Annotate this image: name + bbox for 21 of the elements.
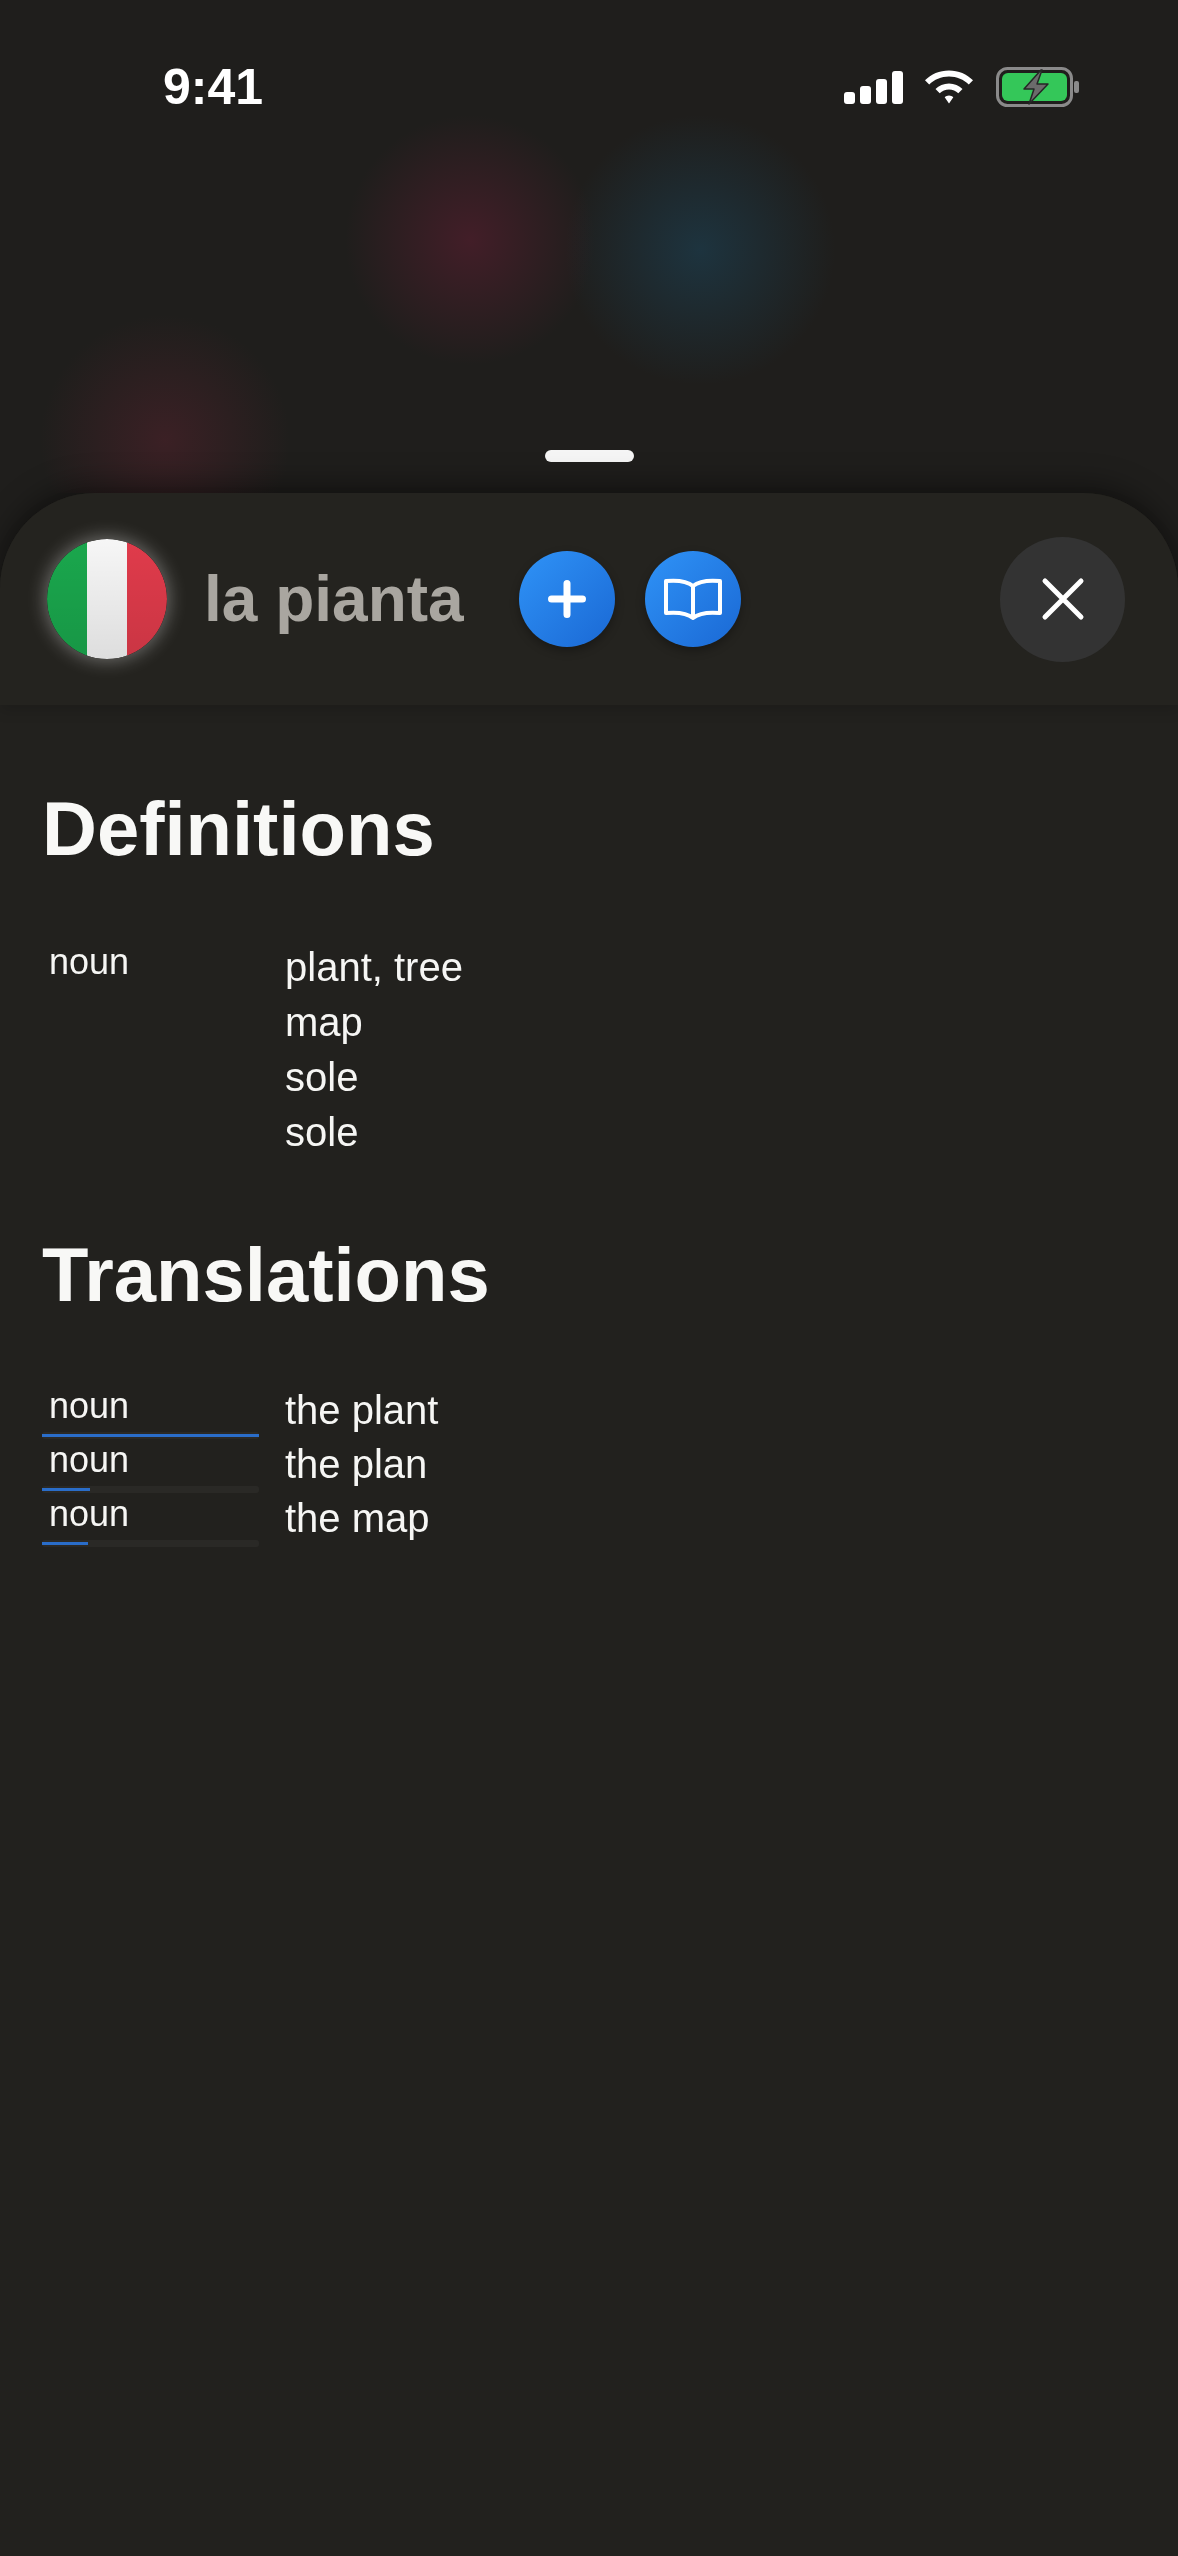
translation-text: the plan (285, 1441, 428, 1488)
close-icon (1040, 577, 1085, 621)
signal-icon (844, 70, 904, 104)
wifi-icon (924, 70, 974, 104)
translation-text: the map (285, 1495, 430, 1542)
part-of-speech-label: noun (48, 940, 130, 984)
book-icon (662, 578, 723, 620)
part-of-speech-label: noun (48, 1384, 130, 1428)
section-title: Translations (42, 1231, 490, 1319)
definition-text: map (285, 999, 363, 1046)
status-time: 9:41 (163, 62, 264, 112)
definition-text: sole (285, 1109, 359, 1156)
definition-text: sole (285, 1054, 359, 1101)
section-title: Definitions (42, 785, 435, 873)
part-of-speech-label: noun (48, 1492, 130, 1536)
battery-charging-icon (996, 67, 1080, 107)
definition-text: plant, tree (285, 944, 463, 991)
drag-handle[interactable] (544, 450, 634, 462)
part-of-speech-label: noun (48, 1438, 130, 1482)
plus-icon (547, 580, 586, 618)
translation-text: the plant (285, 1387, 439, 1434)
